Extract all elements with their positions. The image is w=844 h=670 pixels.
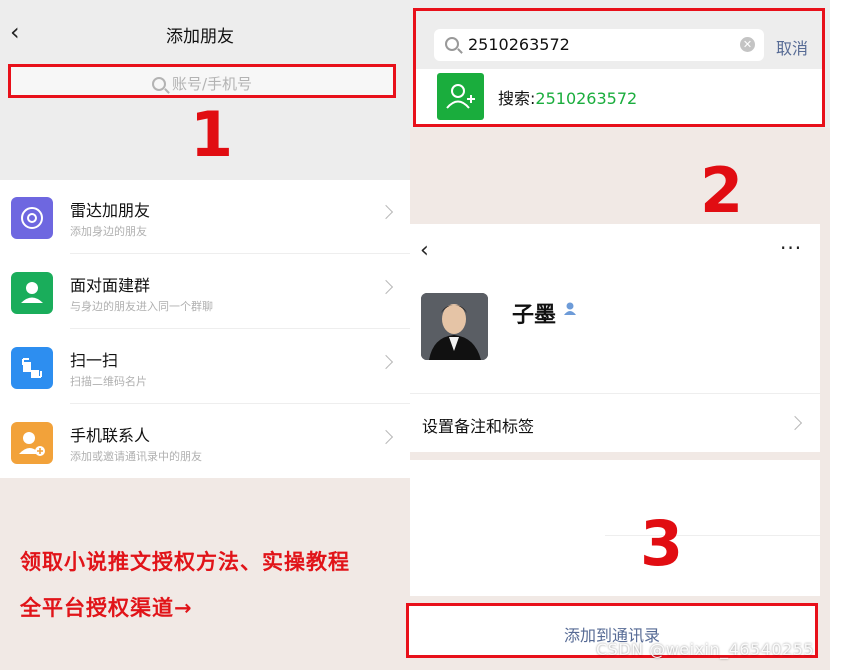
promo-text-line2[interactable]: 全平台授权渠道→	[20, 592, 193, 622]
result-prefix: 搜索:	[498, 89, 536, 108]
search-and-profile-screen: 2510263572 ✕ 取消 搜索:2510263572 2 ‹ ··· 子墨	[406, 0, 830, 670]
clear-icon[interactable]: ✕	[740, 37, 755, 52]
header: ‹ 添加朋友	[0, 0, 410, 66]
chevron-right-icon	[378, 279, 394, 295]
chevron-right-icon	[378, 354, 394, 370]
list-item-face-group[interactable]: 面对面建群 与身边的朋友进入同一个群聊	[0, 255, 410, 329]
promo-text-line1[interactable]: 领取小说推文授权方法、实操教程	[20, 546, 350, 576]
chevron-right-icon	[378, 429, 394, 445]
list-item-scan[interactable]: 扫一扫 扫描二维码名片	[0, 330, 410, 404]
search-input[interactable]: 2510263572 ✕	[434, 29, 764, 61]
list-item-radar[interactable]: 雷达加朋友 添加身边的朋友	[0, 180, 410, 254]
profile-name: 子墨	[512, 303, 557, 328]
search-placeholder: 账号/手机号	[171, 75, 253, 93]
item-name: 雷达加朋友	[70, 201, 151, 220]
step-number-2: 2	[700, 154, 744, 227]
search-value: 2510263572	[468, 35, 570, 54]
add-friend-screen: ‹ 添加朋友 账号/手机号 1 雷达加朋友 添加身边的朋友 面对面建群 与身边的…	[0, 0, 410, 670]
cancel-button[interactable]: 取消	[776, 35, 808, 59]
profile-empty-section	[410, 460, 820, 596]
search-area: 2510263572 ✕ 取消 搜索:2510263572	[413, 8, 825, 127]
add-friend-options: 雷达加朋友 添加身边的朋友 面对面建群 与身边的朋友进入同一个群聊 扫一扫 扫描…	[0, 180, 410, 478]
contact-add-icon	[11, 422, 53, 464]
back-chevron-icon[interactable]: ‹	[420, 238, 429, 263]
contact-profile-card: ‹ ··· 子墨 设置备注和标签	[410, 224, 820, 452]
add-contact-icon	[437, 73, 484, 120]
result-query: 2510263572	[535, 89, 638, 108]
item-subtitle: 与身边的朋友进入同一个群聊	[70, 300, 213, 313]
search-icon	[151, 77, 166, 91]
avatar[interactable]	[421, 293, 488, 360]
chevron-right-icon	[378, 204, 394, 220]
search-icon	[445, 37, 459, 51]
item-subtitle: 扫描二维码名片	[70, 375, 147, 388]
male-icon	[562, 300, 578, 316]
chevron-right-icon	[787, 415, 803, 431]
more-options-icon[interactable]: ···	[780, 236, 802, 260]
step-number-3: 3	[640, 507, 684, 580]
page-title: 添加朋友	[166, 27, 234, 47]
item-subtitle: 添加或邀请通讯录中的朋友	[70, 450, 202, 463]
list-item-phone-contacts[interactable]: 手机联系人 添加或邀请通讯录中的朋友	[0, 405, 410, 479]
search-input[interactable]: 账号/手机号	[8, 64, 396, 98]
item-name: 扫一扫	[70, 351, 119, 370]
step-number-1: 1	[190, 98, 234, 171]
scan-icon	[11, 347, 53, 389]
search-result-item[interactable]: 搜索:2510263572	[416, 69, 822, 124]
item-name: 面对面建群	[70, 276, 151, 295]
group-icon	[11, 272, 53, 314]
item-subtitle: 添加身边的朋友	[70, 225, 147, 238]
watermark: CSDN @weixin_46540255	[596, 640, 815, 659]
set-remark-and-tags-row[interactable]: 设置备注和标签	[410, 393, 820, 452]
radar-icon	[11, 197, 53, 239]
item-name: 手机联系人	[70, 426, 151, 445]
row-label: 设置备注和标签	[422, 417, 535, 436]
